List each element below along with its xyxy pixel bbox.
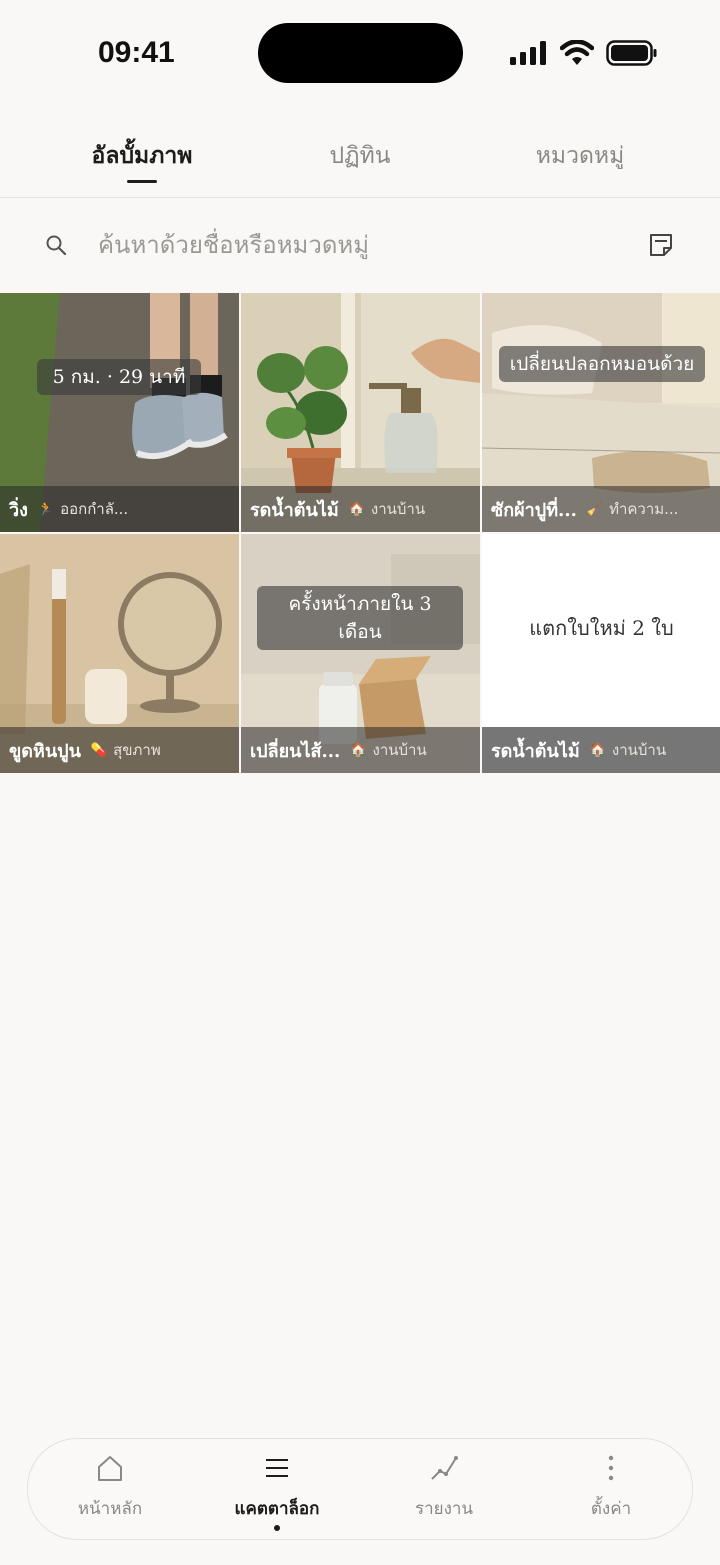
- nav-catalog[interactable]: แคตตาล็อก: [197, 1439, 357, 1541]
- tile-category-label: งานบ้าน: [372, 741, 427, 759]
- running-icon: 🏃: [37, 501, 55, 517]
- tile-caption: ซักผ้าปูที่... 🧹 ทำความ...: [482, 486, 720, 532]
- tile-caption: เปลี่ยนไส้... 🏠 งานบ้าน: [241, 727, 480, 773]
- nav-label: หน้าหลัก: [77, 1499, 143, 1519]
- search-input[interactable]: [98, 223, 618, 267]
- more-vertical-icon: [608, 1455, 614, 1481]
- tile-category: 🏃 ออกกำลั...: [38, 497, 128, 521]
- tile-overlay-label: ครั้งหน้าภายใน 3 เดือน: [257, 586, 463, 650]
- tab-album[interactable]: อัลบั้มภาพ: [92, 138, 193, 174]
- nav-label: ตั้งค่า: [590, 1499, 632, 1519]
- tile-category-label: ออกกำลั...: [60, 500, 129, 518]
- tile-category-label: สุขภาพ: [113, 741, 161, 759]
- photo-tile[interactable]: รดน้ำต้นไม้ 🏠 งานบ้าน: [241, 293, 480, 532]
- tile-category: 🧹 ทำความ...: [587, 497, 679, 521]
- nav-home[interactable]: หน้าหลัก: [30, 1439, 190, 1541]
- tile-category-label: งานบ้าน: [370, 500, 426, 518]
- search-icon: [46, 235, 67, 256]
- battery-icon: [606, 40, 657, 66]
- status-time: 09:41: [98, 36, 175, 69]
- bottom-navigation: หน้าหลัก แคตตาล็อก รายงาน ตั้งค่า: [27, 1438, 693, 1540]
- tile-category-label: งานบ้าน: [611, 741, 667, 759]
- tile-title: วิ่ง: [9, 499, 28, 521]
- tile-overlay-label: 5 กม. · 29 นาที: [37, 359, 201, 395]
- tile-category: 🏠 งานบ้าน: [350, 738, 426, 762]
- status-bar: 09:41: [0, 0, 720, 110]
- tile-caption: รดน้ำต้นไม้ 🏠 งานบ้าน: [241, 486, 480, 532]
- note-tile[interactable]: แตกใบใหม่ 2 ใบ รดน้ำต้นไม้ 🏠 งานบ้าน: [482, 534, 720, 773]
- tile-title: ซักผ้าปูที่...: [491, 499, 577, 521]
- tile-category: 🏠 งานบ้าน: [590, 738, 666, 762]
- broom-icon: 🧹: [586, 501, 604, 517]
- tile-title: รดน้ำต้นไม้: [491, 740, 580, 762]
- tab-calendar[interactable]: ปฏิทิน: [330, 138, 391, 174]
- pill-icon: 💊: [90, 742, 108, 758]
- active-tab-indicator: [127, 180, 157, 183]
- menu-icon: [266, 1459, 288, 1477]
- photo-grid: 5 กม. · 29 นาที วิ่ง 🏃 ออกกำลั... รดน้ำต…: [0, 293, 720, 773]
- home-icon: [98, 1456, 122, 1481]
- search-bar: [0, 199, 720, 291]
- chart-line-icon: [431, 1456, 458, 1480]
- tile-overlay-label: เปลี่ยนปลอกหมอนด้วย: [499, 346, 705, 382]
- tile-note-text: แตกใบใหม่ 2 ใบ: [529, 616, 674, 640]
- photo-tile[interactable]: ครั้งหน้าภายใน 3 เดือน เปลี่ยนไส้... 🏠 ง…: [241, 534, 480, 773]
- house-icon: 🏠: [589, 742, 606, 758]
- nav-label: แคตตาล็อก: [234, 1499, 320, 1519]
- house-icon: 🏠: [348, 501, 365, 517]
- tile-caption: ขูดหินปูน 💊 สุขภาพ: [0, 727, 239, 773]
- sticky-note-icon[interactable]: [648, 232, 674, 258]
- dynamic-island: [258, 23, 463, 83]
- photo-tile[interactable]: ขูดหินปูน 💊 สุขภาพ: [0, 534, 239, 773]
- tile-category: 🏠 งานบ้าน: [349, 497, 425, 521]
- tile-caption: รดน้ำต้นไม้ 🏠 งานบ้าน: [482, 727, 720, 773]
- tile-title: รดน้ำต้นไม้: [250, 499, 339, 521]
- tile-category-label: ทำความ...: [609, 500, 679, 518]
- cellular-signal-icon: [510, 41, 546, 65]
- photo-tile[interactable]: 5 กม. · 29 นาที วิ่ง 🏃 ออกกำลั...: [0, 293, 239, 532]
- house-icon: 🏠: [350, 742, 367, 758]
- tile-title: ขูดหินปูน: [9, 740, 81, 762]
- nav-reports[interactable]: รายงาน: [364, 1439, 524, 1541]
- active-nav-dot: [274, 1525, 280, 1531]
- tile-caption: วิ่ง 🏃 ออกกำลั...: [0, 486, 239, 532]
- status-icons: [510, 38, 658, 68]
- tile-category: 💊 สุขภาพ: [91, 738, 161, 762]
- tile-title: เปลี่ยนไส้...: [250, 740, 341, 762]
- photo-tile[interactable]: เปลี่ยนปลอกหมอนด้วย ซักผ้าปูที่... 🧹 ทำค…: [482, 293, 720, 532]
- tab-bar: อัลบั้มภาพ ปฏิทิน หมวดหมู่: [0, 110, 720, 198]
- tab-categories[interactable]: หมวดหมู่: [536, 138, 625, 174]
- nav-settings[interactable]: ตั้งค่า: [531, 1439, 691, 1541]
- wifi-icon: [560, 40, 594, 65]
- nav-label: รายงาน: [414, 1499, 474, 1519]
